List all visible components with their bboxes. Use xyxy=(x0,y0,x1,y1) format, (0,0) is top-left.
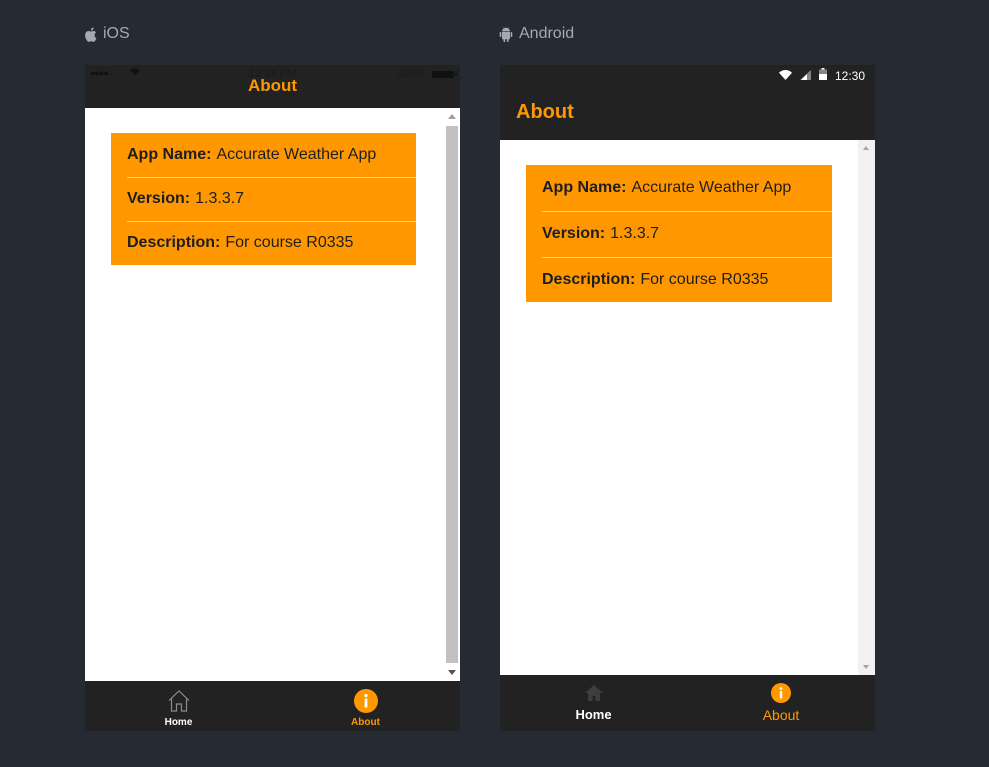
description-value: For course R0335 xyxy=(225,234,354,251)
scroll-up-arrow-icon[interactable] xyxy=(863,146,869,150)
android-toolbar: About xyxy=(500,85,875,140)
version-label: Version: xyxy=(127,190,191,207)
android-page-title: About xyxy=(516,101,574,123)
android-platform-label: Android xyxy=(499,24,574,44)
android-tab-bar: Home About xyxy=(500,675,875,731)
app-name-label: App Name: xyxy=(127,146,212,163)
scroll-down-arrow-icon[interactable] xyxy=(448,670,456,675)
ios-platform-text: iOS xyxy=(103,25,130,42)
ios-content[interactable]: App Name: Accurate Weather App Version: … xyxy=(85,108,460,681)
wifi-icon xyxy=(778,69,792,83)
ios-page-title: About xyxy=(247,76,298,95)
tab-home-label: Home xyxy=(164,717,193,728)
scrollbar-thumb[interactable] xyxy=(446,126,458,663)
ios-device: ●●●●○ 12:34 PM 100% About App Name: Accu… xyxy=(85,65,460,731)
info-icon xyxy=(353,689,378,713)
description-label: Description: xyxy=(542,271,636,288)
android-content[interactable]: App Name: Accurate Weather App Version: … xyxy=(500,140,875,675)
version-row: Version: 1.3.3.7 xyxy=(526,211,832,257)
android-icon xyxy=(499,26,513,42)
battery-icon xyxy=(818,68,827,83)
info-card: App Name: Accurate Weather App Version: … xyxy=(111,133,416,265)
apple-icon xyxy=(84,26,97,42)
tab-about-label: About xyxy=(351,717,380,728)
home-icon xyxy=(584,683,604,705)
version-value: 1.3.3.7 xyxy=(195,190,245,207)
tab-home[interactable]: Home xyxy=(500,675,687,725)
android-scrollbar[interactable] xyxy=(858,140,875,675)
tab-home-label: Home xyxy=(575,707,612,722)
ios-tab-bar: Home About xyxy=(85,681,460,731)
ios-scrollbar[interactable] xyxy=(444,112,458,677)
version-value: 1.3.3.7 xyxy=(610,225,660,242)
description-value: For course R0335 xyxy=(640,271,769,288)
app-name-value: Accurate Weather App xyxy=(631,179,792,196)
version-label: Version: xyxy=(542,225,606,242)
scroll-up-arrow-icon[interactable] xyxy=(448,114,456,119)
description-row: Description: For course R0335 xyxy=(111,221,416,265)
scroll-down-arrow-icon[interactable] xyxy=(863,665,869,669)
app-name-value: Accurate Weather App xyxy=(216,146,377,163)
ios-platform-label: iOS xyxy=(84,24,130,44)
info-icon xyxy=(771,683,791,705)
cell-signal-icon xyxy=(799,69,811,83)
tab-home[interactable]: Home xyxy=(85,681,272,731)
tab-about-label: About xyxy=(762,707,800,723)
tab-about[interactable]: About xyxy=(687,675,875,725)
android-device: 12:30 About App Name: Accurate Weather A… xyxy=(500,65,875,731)
tab-about[interactable]: About xyxy=(272,681,459,731)
description-row: Description: For course R0335 xyxy=(526,257,832,303)
app-name-row: App Name: Accurate Weather App xyxy=(526,165,832,211)
version-row: Version: 1.3.3.7 xyxy=(111,177,416,221)
android-platform-text: Android xyxy=(519,25,575,42)
app-name-label: App Name: xyxy=(542,179,627,196)
app-name-row: App Name: Accurate Weather App xyxy=(111,133,416,177)
android-status-bar: 12:30 xyxy=(500,65,875,85)
info-card: App Name: Accurate Weather App Version: … xyxy=(526,165,832,302)
description-label: Description: xyxy=(127,234,221,251)
home-icon xyxy=(167,689,191,713)
ios-navbar: ●●●●○ 12:34 PM 100% About xyxy=(85,65,460,108)
android-status-time: 12:30 xyxy=(834,68,865,83)
